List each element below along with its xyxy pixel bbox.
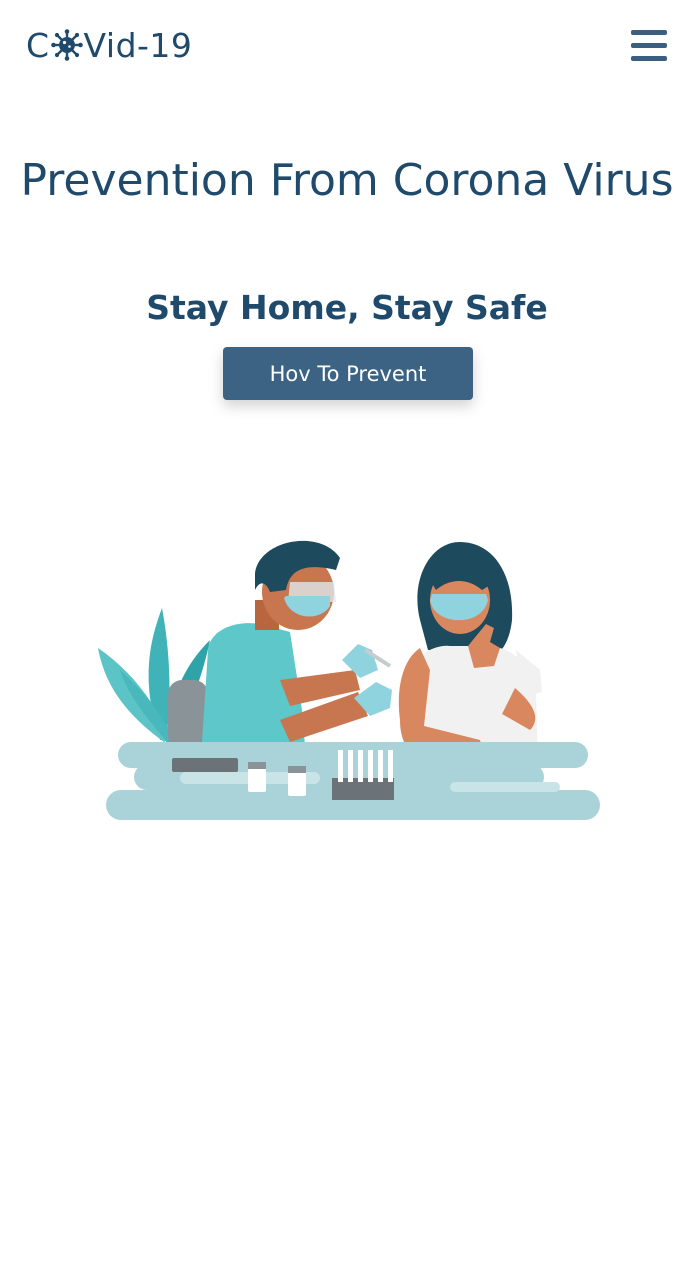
hero-subtitle: Stay Home, Stay Safe	[146, 288, 548, 327]
patient-figure	[398, 542, 542, 764]
hamburger-menu-icon[interactable]	[628, 27, 670, 65]
tray	[172, 758, 238, 772]
navbar: C Vid-19	[0, 0, 694, 92]
logo-text-suffix: Vid-19	[83, 25, 193, 65]
how-to-prevent-button[interactable]: Hov To Prevent	[223, 347, 473, 400]
coronavirus-icon	[50, 29, 83, 61]
brand-logo[interactable]: C Vid-19	[26, 22, 192, 68]
doctor-figure	[202, 540, 392, 746]
vaccination-illustration	[98, 540, 600, 820]
logo-text-prefix: C	[26, 25, 50, 65]
chair-left	[168, 680, 208, 750]
hero-title: Prevention From Corona Virus	[20, 155, 674, 206]
